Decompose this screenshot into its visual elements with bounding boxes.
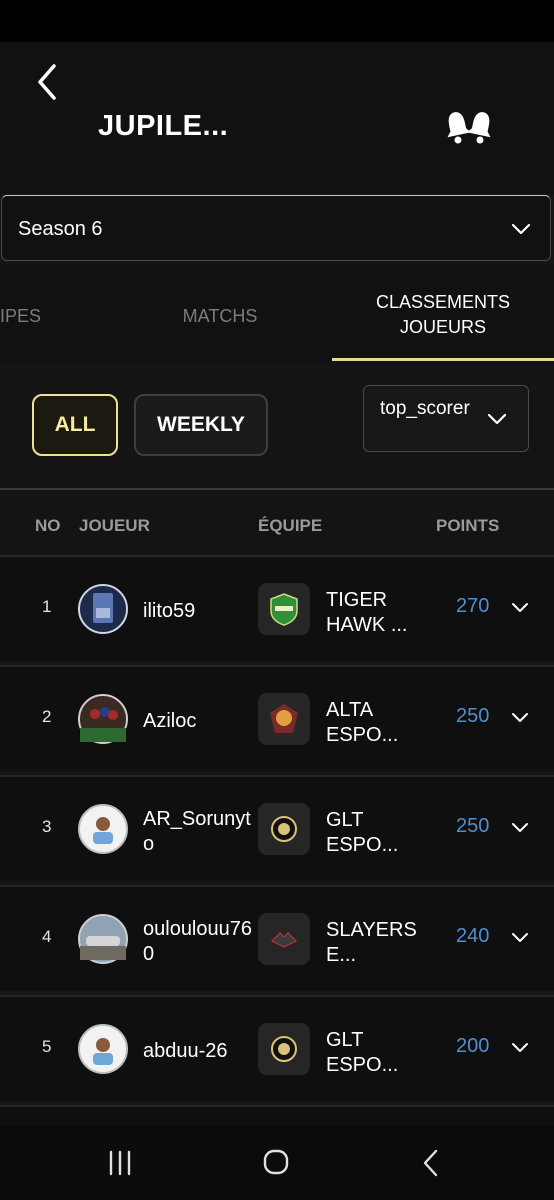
team-logo <box>258 693 310 745</box>
header-player: JOUEUR <box>79 516 150 535</box>
points: 270 <box>456 595 490 617</box>
player-name: abduu-26 <box>143 1040 228 1062</box>
chevron-down-icon[interactable] <box>510 818 530 838</box>
chevron-down-icon <box>511 223 531 235</box>
app-bar: JUPILE... <box>0 42 554 194</box>
avatar <box>78 804 128 854</box>
tab-matchs[interactable]: MATCHS <box>150 304 290 329</box>
table-header: NO JOUEUR ÉQUIPE POINTS <box>0 490 554 554</box>
team-logo <box>258 1023 310 1075</box>
avatar <box>78 694 128 744</box>
weekly-filter-button[interactable]: WEEKLY <box>134 394 268 456</box>
table-row-partial <box>0 1105 554 1128</box>
team-badge-icon <box>270 593 298 626</box>
header-points: POINTS <box>436 516 500 535</box>
avatar <box>78 1024 128 1074</box>
season-label: Season 6 <box>18 218 103 240</box>
rank: 4 <box>42 927 52 946</box>
season-select[interactable]: Season 6 <box>1 195 551 261</box>
tab-classements-joueurs[interactable]: CLASSEMENTS JOUEURS <box>362 290 524 340</box>
system-nav-bar <box>0 1126 554 1200</box>
back-icon[interactable] <box>412 1146 452 1180</box>
table-row[interactable]: 3 AR_Sorunyto GLT ESPO... 250 <box>0 775 554 881</box>
points: 200 <box>456 1035 490 1057</box>
header-team: ÉQUIPE <box>258 516 323 535</box>
rank: 1 <box>42 597 52 616</box>
status-bar <box>0 0 554 42</box>
tab-equipes[interactable]: IPES <box>0 304 50 329</box>
table-row[interactable]: 2 Aziloc ALTA ESPO... 250 <box>0 665 554 771</box>
bell-icon[interactable] <box>443 104 495 146</box>
rank: 2 <box>42 707 52 726</box>
team-logo <box>258 583 310 635</box>
chevron-down-icon[interactable] <box>510 928 530 948</box>
team-logo <box>258 803 310 855</box>
table-row[interactable]: 5 abduu-26 GLT ESPO... 200 <box>0 995 554 1101</box>
team-logo <box>258 913 310 965</box>
team-name: GLT ESPO... <box>326 809 399 856</box>
player-name: ouloulouu760 <box>143 918 252 965</box>
team-badge-icon <box>271 1036 297 1062</box>
rank: 5 <box>42 1037 52 1056</box>
chevron-down-icon[interactable] <box>510 708 530 728</box>
chevron-down-icon <box>487 413 507 425</box>
team-name: SLAYERS E... <box>326 919 417 966</box>
team-name: TIGER HAWK ... <box>326 589 408 636</box>
page-title: JUPILE... <box>98 110 229 142</box>
points: 240 <box>456 925 490 947</box>
table-row[interactable]: 1 ilito59 TIGER HAWK ... 270 <box>0 555 554 661</box>
recent-apps-icon[interactable] <box>100 1146 140 1180</box>
team-badge-icon <box>270 704 298 733</box>
tab-bar: IPES MATCHS CLASSEMENTS JOUEURS <box>0 264 554 362</box>
player-name: AR_Sorunyto <box>143 808 251 855</box>
header-no: NO <box>35 516 61 535</box>
table-row[interactable]: 4 ouloulouu760 SLAYERS E... 240 <box>0 885 554 991</box>
player-name: ilito59 <box>143 600 196 622</box>
active-tab-indicator <box>332 358 554 361</box>
player-name: Aziloc <box>143 710 197 732</box>
rank: 3 <box>42 817 52 836</box>
sort-select[interactable]: top_scorer <box>363 385 529 452</box>
points: 250 <box>456 815 490 837</box>
team-badge-icon <box>270 932 298 948</box>
team-name: ALTA ESPO... <box>326 699 399 746</box>
team-name: GLT ESPO... <box>326 1029 399 1076</box>
chevron-down-icon[interactable] <box>510 1038 530 1058</box>
all-filter-button[interactable]: ALL <box>32 394 118 456</box>
avatar <box>78 584 128 634</box>
points: 250 <box>456 705 490 727</box>
avatar <box>78 914 128 964</box>
chevron-down-icon[interactable] <box>510 598 530 618</box>
sort-label: top_scorer <box>380 398 470 419</box>
home-icon[interactable] <box>256 1146 296 1180</box>
team-badge-icon <box>271 816 297 842</box>
chevron-left-icon[interactable] <box>34 62 64 102</box>
